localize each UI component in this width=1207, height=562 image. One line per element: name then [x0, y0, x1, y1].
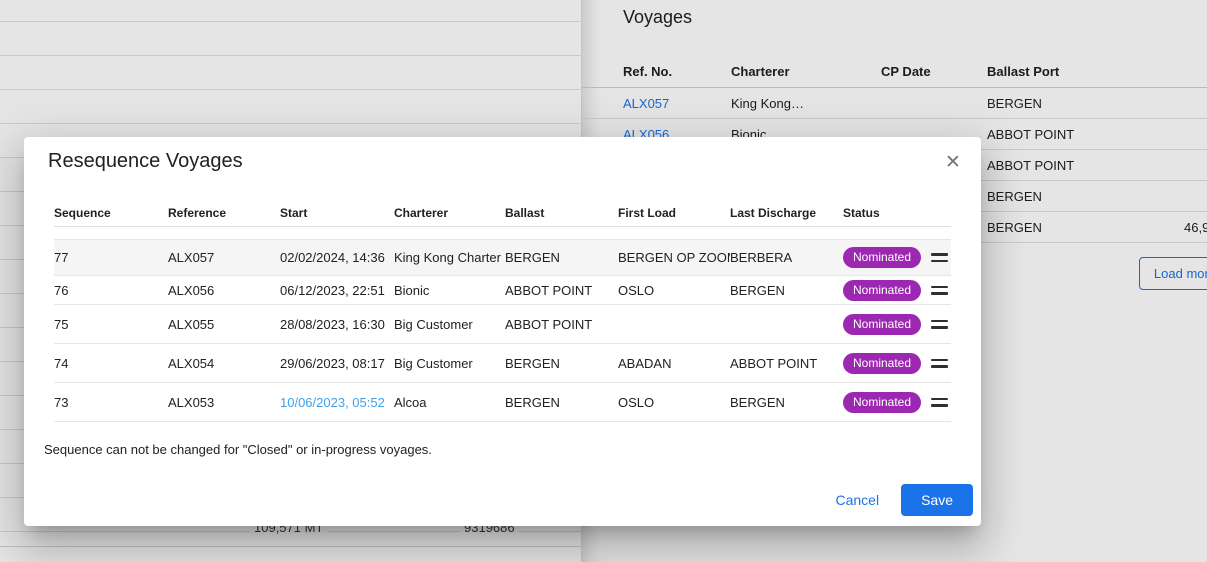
status-badge: Nominated: [843, 353, 921, 374]
start-cell: 28/08/2023, 16:30: [280, 317, 394, 332]
last-discharge-cell: BERGEN: [730, 395, 843, 410]
charterer-cell: King Kong Charter: [394, 250, 505, 265]
save-button[interactable]: Save: [901, 484, 973, 516]
status-cell: Nominated: [843, 280, 931, 301]
col-header-status: Status: [843, 206, 931, 220]
ballast-cell: BERGEN: [505, 250, 618, 265]
resequence-voyages-dialog: Resequence Voyages ✕ Sequence Reference …: [24, 137, 981, 526]
sequence-note: Sequence can not be changed for "Closed"…: [44, 442, 432, 457]
col-header-last-discharge: Last Discharge: [730, 206, 843, 220]
resequence-header-row: Sequence Reference Start Charterer Balla…: [54, 199, 951, 227]
start-cell: 02/02/2024, 14:36: [280, 250, 394, 265]
first-load-cell: OSLO: [618, 395, 730, 410]
voyage-row: 74 ALX054 29/06/2023, 08:17 Big Customer…: [54, 344, 951, 383]
start-cell: 06/12/2023, 22:51: [280, 283, 394, 298]
drag-handle-icon[interactable]: [931, 249, 951, 266]
reference-cell: ALX053: [168, 395, 280, 410]
status-badge: Nominated: [843, 247, 921, 268]
status-cell: Nominated: [843, 247, 931, 268]
ballast-cell: ABBOT POINT: [505, 283, 618, 298]
drag-handle-icon[interactable]: [931, 282, 951, 299]
sequence-cell: 77: [54, 250, 168, 265]
charterer-cell: Bionic: [394, 283, 505, 298]
last-discharge-cell: ABBOT POINT: [730, 356, 843, 371]
sequence-cell: 74: [54, 356, 168, 371]
dialog-actions: Cancel Save: [819, 484, 973, 516]
voyage-row: 75 ALX055 28/08/2023, 16:30 Big Customer…: [54, 305, 951, 344]
last-discharge-cell: BERBERA: [730, 250, 843, 265]
charterer-cell: Alcoa: [394, 395, 505, 410]
charterer-cell: Big Customer: [394, 317, 505, 332]
col-header-first-load: First Load: [618, 206, 730, 220]
ballast-cell: BERGEN: [505, 356, 618, 371]
drag-handle-icon[interactable]: [931, 316, 951, 333]
sequence-cell: 76: [54, 283, 168, 298]
start-cell: 29/06/2023, 08:17: [280, 356, 394, 371]
col-header-charterer: Charterer: [394, 206, 505, 220]
close-icon[interactable]: ✕: [939, 149, 967, 177]
first-load-cell: BERGEN OP ZOOM: [618, 250, 730, 265]
status-badge: Nominated: [843, 392, 921, 413]
voyage-row: 73 ALX053 10/06/2023, 05:52 Alcoa BERGEN…: [54, 383, 951, 422]
resequence-table: Sequence Reference Start Charterer Balla…: [54, 199, 951, 422]
status-badge: Nominated: [843, 280, 921, 301]
status-badge: Nominated: [843, 314, 921, 335]
col-header-start: Start: [280, 206, 394, 220]
voyage-row: 77 ALX057 02/02/2024, 14:36 King Kong Ch…: [54, 239, 951, 276]
last-discharge-cell: BERGEN: [730, 283, 843, 298]
col-header-ballast: Ballast: [505, 206, 618, 220]
start-date-link[interactable]: 10/06/2023, 05:52: [280, 395, 394, 410]
reference-cell: ALX054: [168, 356, 280, 371]
reference-cell: ALX057: [168, 250, 280, 265]
status-cell: Nominated: [843, 353, 931, 374]
sequence-cell: 75: [54, 317, 168, 332]
status-cell: Nominated: [843, 392, 931, 413]
drag-handle-icon[interactable]: [931, 355, 951, 372]
ballast-cell: BERGEN: [505, 395, 618, 410]
ballast-cell: ABBOT POINT: [505, 317, 618, 332]
dialog-title: Resequence Voyages: [48, 150, 243, 173]
cancel-button[interactable]: Cancel: [819, 484, 895, 516]
col-header-reference: Reference: [168, 206, 280, 220]
drag-handle-icon[interactable]: [931, 394, 951, 411]
charterer-cell: Big Customer: [394, 356, 505, 371]
first-load-cell: OSLO: [618, 283, 730, 298]
reference-cell: ALX055: [168, 317, 280, 332]
sequence-cell: 73: [54, 395, 168, 410]
voyage-row: 76 ALX056 06/12/2023, 22:51 Bionic ABBOT…: [54, 276, 951, 305]
status-cell: Nominated: [843, 314, 931, 335]
col-header-sequence: Sequence: [54, 206, 168, 220]
first-load-cell: ABADAN: [618, 356, 730, 371]
reference-cell: ALX056: [168, 283, 280, 298]
